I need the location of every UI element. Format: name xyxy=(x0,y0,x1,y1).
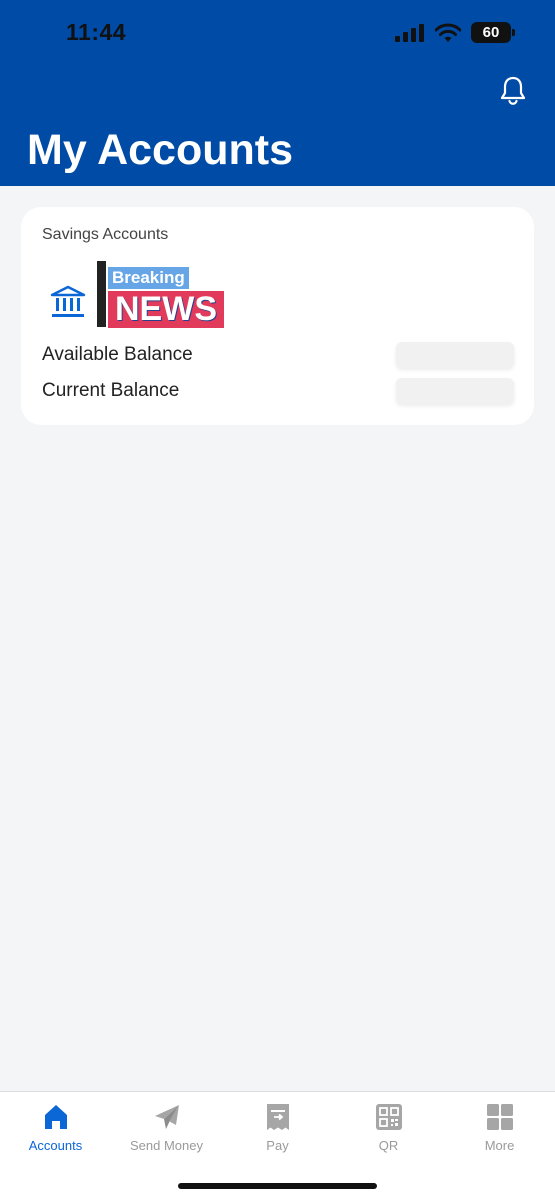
home-icon xyxy=(44,1105,67,1129)
available-balance-value-placeholder xyxy=(396,342,514,368)
tab-label: QR xyxy=(378,1138,399,1153)
savings-account-card[interactable]: Savings Accounts Breaking NEWS Available… xyxy=(21,207,534,425)
battery-level: 60 xyxy=(482,24,500,41)
notification-bell-icon[interactable] xyxy=(499,75,527,105)
tab-label: Send Money xyxy=(130,1138,203,1153)
page-title: My Accounts xyxy=(27,126,293,174)
paper-plane-icon xyxy=(154,1105,179,1129)
tab-label: Pay xyxy=(266,1138,289,1153)
bill-icon xyxy=(266,1104,289,1130)
bank-icon xyxy=(50,285,86,317)
qr-code-icon xyxy=(375,1104,402,1130)
logo-breaking-text: Breaking xyxy=(108,267,189,289)
current-balance-value-placeholder xyxy=(396,378,514,404)
tab-send-money[interactable]: Send Money xyxy=(111,1102,222,1153)
available-balance-label: Available Balance xyxy=(42,344,193,365)
tab-pay[interactable]: Pay xyxy=(222,1102,333,1153)
tab-label: Accounts xyxy=(28,1138,83,1153)
logo-bar xyxy=(97,261,106,327)
battery-icon: 60 xyxy=(471,22,515,43)
section-title: Savings Accounts xyxy=(42,226,169,243)
tab-label: More xyxy=(484,1138,515,1153)
grid-icon xyxy=(486,1104,513,1130)
status-icons: 60 xyxy=(395,22,515,43)
app-header: 11:44 60 My Accounts xyxy=(0,0,555,186)
home-indicator xyxy=(178,1183,377,1189)
logo-news-text: NEWS xyxy=(108,291,224,328)
tab-accounts[interactable]: Accounts xyxy=(0,1102,111,1153)
tab-qr[interactable]: QR xyxy=(333,1102,444,1153)
status-time: 11:44 xyxy=(66,19,127,45)
cellular-signal-icon xyxy=(395,23,424,42)
breaking-news-logo: Breaking NEWS xyxy=(97,261,227,331)
wifi-icon xyxy=(435,23,461,42)
current-balance-label: Current Balance xyxy=(42,380,180,401)
tab-more[interactable]: More xyxy=(444,1102,555,1153)
